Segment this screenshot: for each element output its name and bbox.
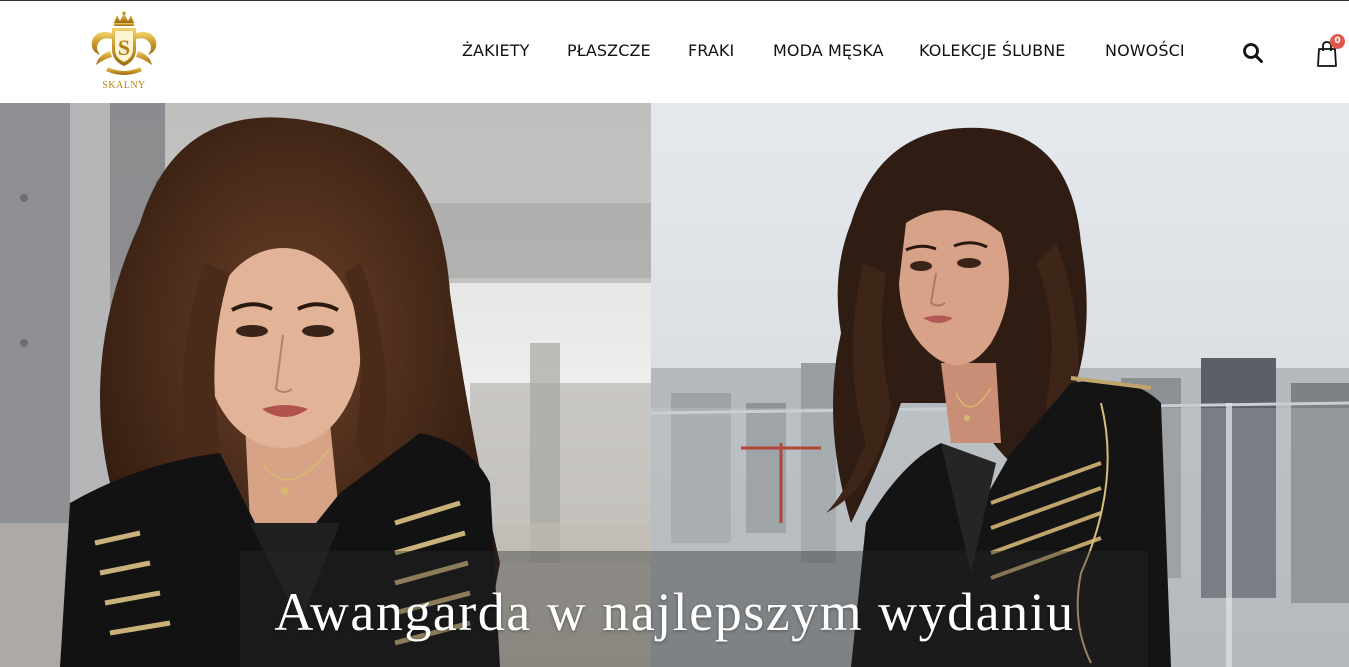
main-navigation: ŻAKIETY PŁASZCZE FRAKI MODA MĘSKA KOLEKC… — [0, 41, 1349, 63]
logo-wordmark: SKALNY — [102, 80, 146, 91]
nav-item-kolekcje-slubne[interactable]: KOLEKCJE ŚLUBNE — [919, 41, 1065, 60]
nav-item-nowosci[interactable]: NOWOŚCI — [1105, 41, 1185, 60]
hero-banner[interactable]: Awangarda w najlepszym wydaniu — [0, 103, 1349, 667]
hero-caption: Awangarda w najlepszym wydaniu — [274, 582, 1075, 642]
cart-count-badge: 0 — [1330, 34, 1345, 49]
search-button[interactable] — [1242, 42, 1264, 64]
nav-item-zakiety[interactable]: ŻAKIETY — [462, 41, 529, 60]
search-icon — [1243, 43, 1263, 63]
nav-item-moda-meska[interactable]: MODA MĘSKA — [773, 41, 884, 60]
nav-item-fraki[interactable]: FRAKI — [688, 41, 734, 60]
nav-item-plaszcze[interactable]: PŁASZCZE — [567, 41, 651, 60]
site-header: S SKALNY ŻAKIETY PŁASZCZE FRAKI MODA MĘS… — [0, 1, 1349, 103]
